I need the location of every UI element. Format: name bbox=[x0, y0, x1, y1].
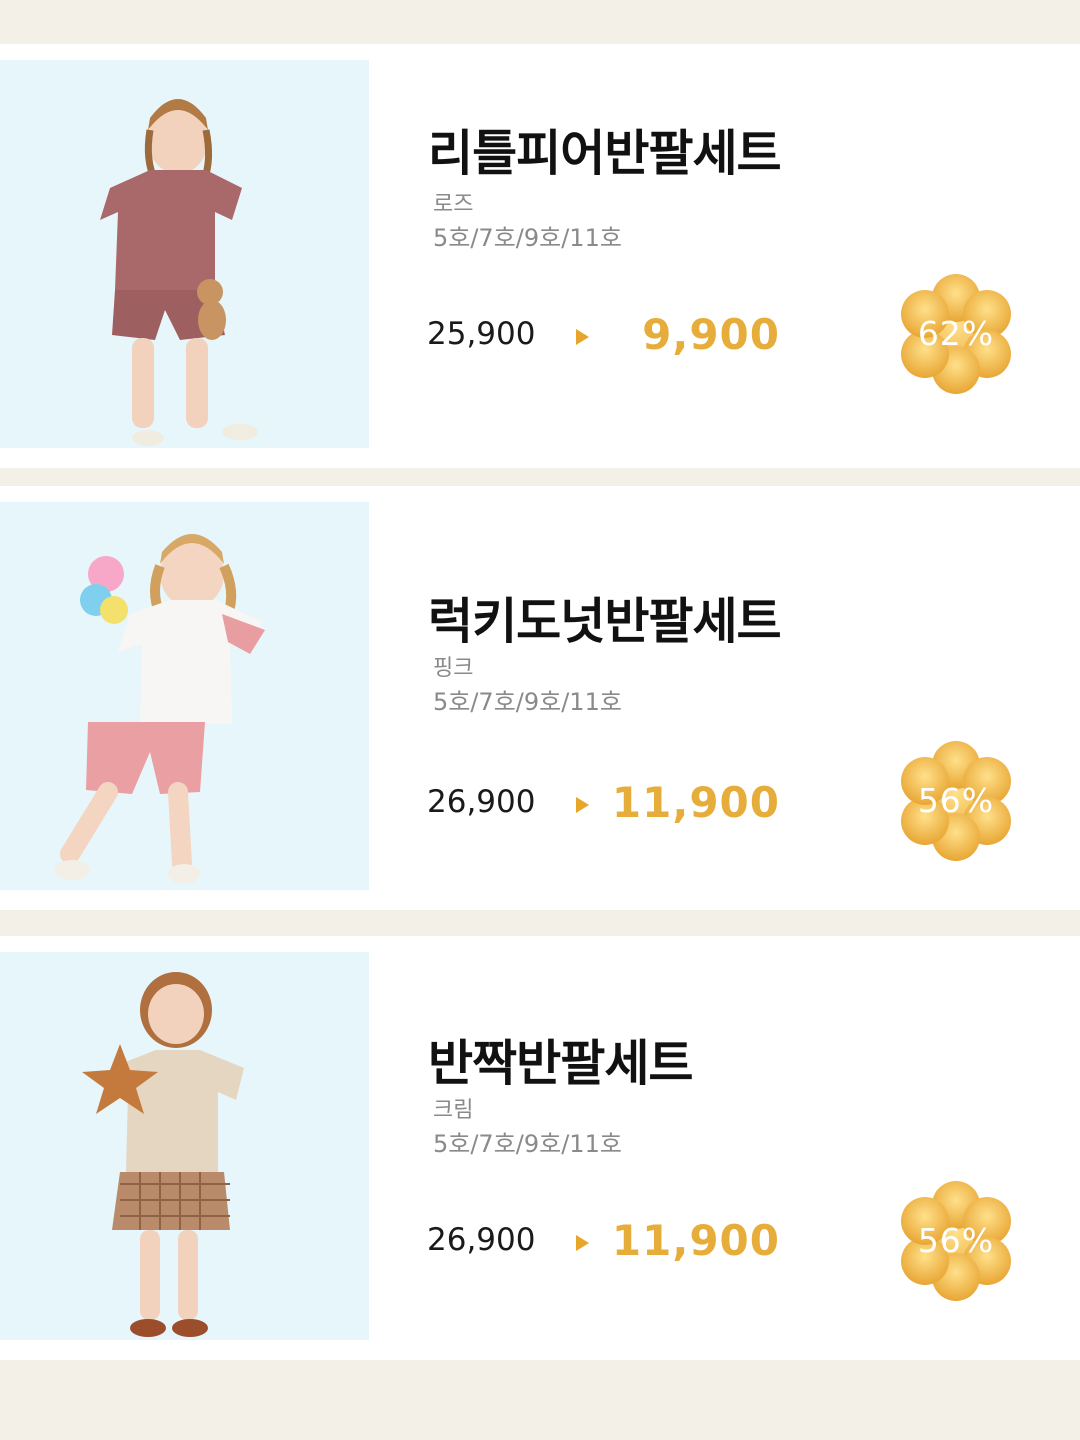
original-price: 26,900 bbox=[427, 784, 536, 820]
sale-price: 11,900 bbox=[611, 1216, 780, 1265]
discount-badge: 62% bbox=[896, 272, 1016, 396]
discount-rate: 56% bbox=[917, 1221, 995, 1260]
product-color: 크림 bbox=[433, 1098, 474, 1123]
product-list-page: 리틀피어반팔세트 로즈 5호/7호/9호/11호 25,900 9,900 62… bbox=[0, 0, 1080, 1440]
sale-price: 11,900 bbox=[611, 778, 780, 827]
product-photo[interactable] bbox=[0, 502, 369, 890]
triangle-right-icon bbox=[576, 797, 589, 813]
product-color: 로즈 bbox=[433, 192, 474, 217]
sale-price: 9,900 bbox=[642, 310, 780, 359]
product-name: 리틀피어반팔세트 bbox=[428, 125, 782, 182]
product-sizes: 5호/7호/9호/11호 bbox=[433, 1130, 622, 1158]
product-name: 반짝반팔세트 bbox=[428, 1035, 693, 1092]
product-card[interactable]: 반짝반팔세트 크림 5호/7호/9호/11호 26,900 11,900 56% bbox=[0, 936, 1080, 1360]
discount-badge: 56% bbox=[896, 1179, 1016, 1303]
product-sizes: 5호/7호/9호/11호 bbox=[433, 224, 622, 252]
product-name: 럭키도넛반팔세트 bbox=[428, 593, 782, 650]
discount-rate: 62% bbox=[917, 314, 995, 353]
original-price: 25,900 bbox=[427, 316, 536, 352]
product-photo[interactable] bbox=[0, 60, 369, 448]
product-color: 핑크 bbox=[433, 656, 474, 681]
discount-rate: 56% bbox=[917, 781, 995, 820]
product-card[interactable]: 럭키도넛반팔세트 핑크 5호/7호/9호/11호 26,900 11,900 5… bbox=[0, 486, 1080, 910]
product-card[interactable]: 리틀피어반팔세트 로즈 5호/7호/9호/11호 25,900 9,900 62… bbox=[0, 44, 1080, 468]
product-photo[interactable] bbox=[0, 952, 369, 1340]
product-sizes: 5호/7호/9호/11호 bbox=[433, 688, 622, 716]
triangle-right-icon bbox=[576, 1235, 589, 1251]
original-price: 26,900 bbox=[427, 1222, 536, 1258]
discount-badge: 56% bbox=[896, 739, 1016, 863]
triangle-right-icon bbox=[576, 329, 589, 345]
